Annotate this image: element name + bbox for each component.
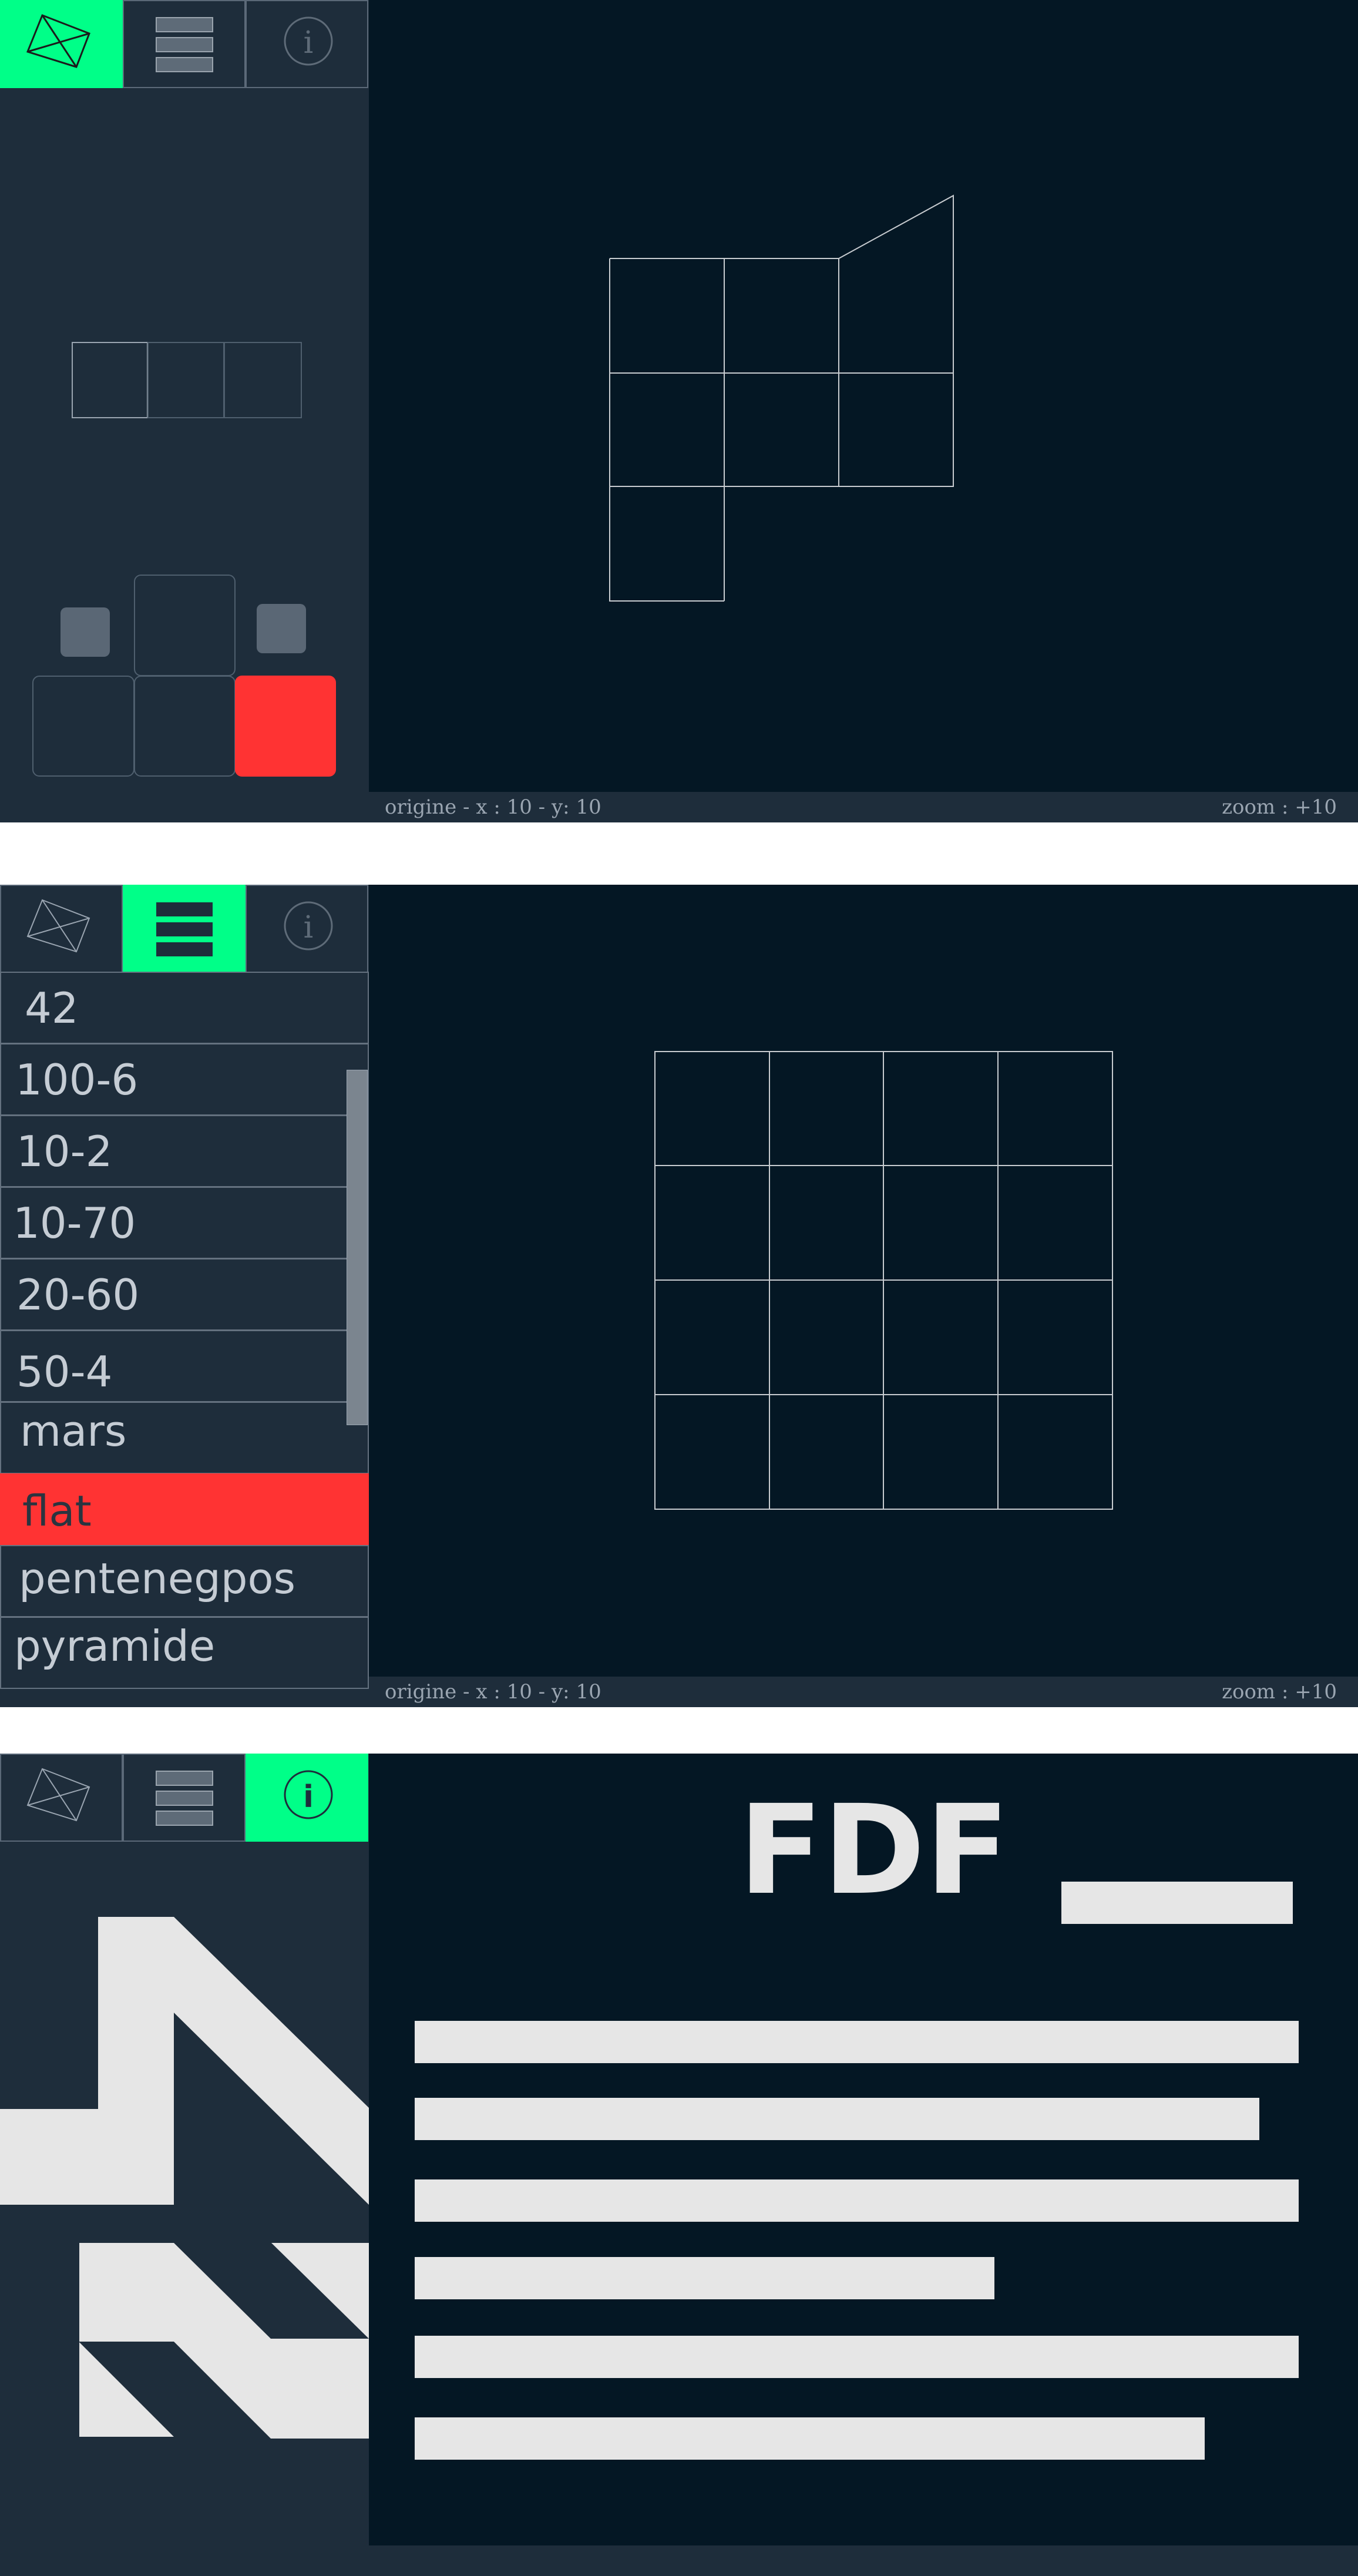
dimension-box-y[interactable]	[147, 342, 224, 418]
move-up-button[interactable]	[134, 575, 236, 676]
dimension-boxes	[72, 342, 302, 418]
tab-draw[interactable]	[0, 885, 123, 973]
zoom-readout: zoom : +10	[1222, 1680, 1337, 1704]
wireframe-icon	[26, 1768, 90, 1822]
rotate-right-button[interactable]	[257, 604, 306, 653]
tab-draw[interactable]	[0, 1754, 123, 1842]
dimension-box-z[interactable]	[224, 342, 302, 418]
tab-info[interactable]: i	[246, 1754, 368, 1842]
grid-mesh	[654, 1051, 1113, 1510]
origin-readout: origine - x : 10 - y: 10	[385, 795, 601, 819]
info-icon: i	[284, 1770, 333, 1819]
text-placeholder-bar	[415, 2179, 1299, 2222]
info-icon: i	[284, 901, 333, 951]
screen-draw: i origine - x: 10 - y: 10 zoom: +10	[0, 0, 1358, 822]
list-item[interactable]: mars	[0, 1402, 369, 1474]
tab-bar: i	[0, 885, 369, 973]
list-item[interactable]: 10-70	[0, 1187, 369, 1259]
school-logo	[0, 1917, 369, 2439]
list-item[interactable]: 42	[0, 972, 369, 1044]
move-right-button[interactable]	[235, 676, 336, 777]
tab-list[interactable]	[123, 0, 246, 88]
text-placeholder-bar	[1061, 1882, 1293, 1924]
info-panel: FDF	[369, 1754, 1358, 2545]
list-item[interactable]: 100-6	[0, 1043, 369, 1116]
tab-bar: i	[0, 0, 369, 88]
svg-text:i: i	[303, 1779, 314, 1815]
svg-text:i: i	[304, 910, 314, 945]
tab-info[interactable]: i	[246, 0, 368, 88]
tab-info[interactable]: i	[246, 885, 368, 973]
wireframe-mesh	[609, 194, 954, 602]
status-bar	[369, 2545, 1358, 2576]
list-icon	[156, 902, 213, 956]
move-left-button[interactable]	[32, 676, 135, 777]
status-bar: origine - x : 10 - y: 10 zoom : +10	[369, 792, 1358, 822]
wireframe-icon	[26, 899, 90, 953]
tab-list[interactable]	[123, 1754, 246, 1842]
list-item[interactable]: 10-2	[0, 1115, 369, 1187]
status-bar: origine - x : 10 - y: 10 zoom : +10	[369, 1677, 1358, 1707]
list-item[interactable]: pyramide	[0, 1617, 369, 1689]
screen-list: i 42 100-6 10-2 10-70 20-60 50-4 mars fl…	[0, 885, 1358, 1707]
tab-bar: i	[0, 1754, 369, 1842]
info-icon: i	[284, 16, 333, 66]
rotate-left-button[interactable]	[60, 607, 110, 657]
tab-draw[interactable]	[0, 0, 123, 88]
info-title: FDF	[738, 1778, 1010, 1922]
tab-list[interactable]	[123, 885, 246, 973]
list-scrollbar[interactable]	[347, 1070, 368, 1425]
render-canvas[interactable]	[369, 0, 1358, 792]
list-item[interactable]: pentenegpos	[0, 1545, 369, 1617]
sidebar: i	[0, 0, 369, 822]
sidebar: i	[0, 1754, 369, 2576]
sidebar: i 42 100-6 10-2 10-70 20-60 50-4 mars fl…	[0, 885, 369, 1707]
text-placeholder-bar	[415, 2257, 994, 2299]
list-icon	[156, 1771, 213, 1826]
zoom-readout: zoom : +10	[1222, 795, 1337, 819]
list-item-selected[interactable]: flat	[0, 1473, 369, 1546]
wireframe-icon	[26, 14, 90, 68]
dimension-box-x[interactable]	[72, 342, 148, 418]
svg-text:i: i	[304, 25, 314, 61]
list-item[interactable]: 20-60	[0, 1258, 369, 1331]
screen-info: i FDF	[0, 1754, 1358, 2576]
render-canvas[interactable]	[369, 885, 1358, 1677]
text-placeholder-bar	[415, 2021, 1299, 2063]
list-icon	[156, 17, 213, 72]
text-placeholder-bar	[415, 2417, 1205, 2460]
move-down-button[interactable]	[134, 676, 236, 777]
text-placeholder-bar	[415, 2336, 1299, 2378]
list-item[interactable]: 50-4	[0, 1330, 369, 1402]
text-placeholder-bar	[415, 2098, 1259, 2140]
origin-readout: origine - x : 10 - y: 10	[385, 1680, 601, 1704]
